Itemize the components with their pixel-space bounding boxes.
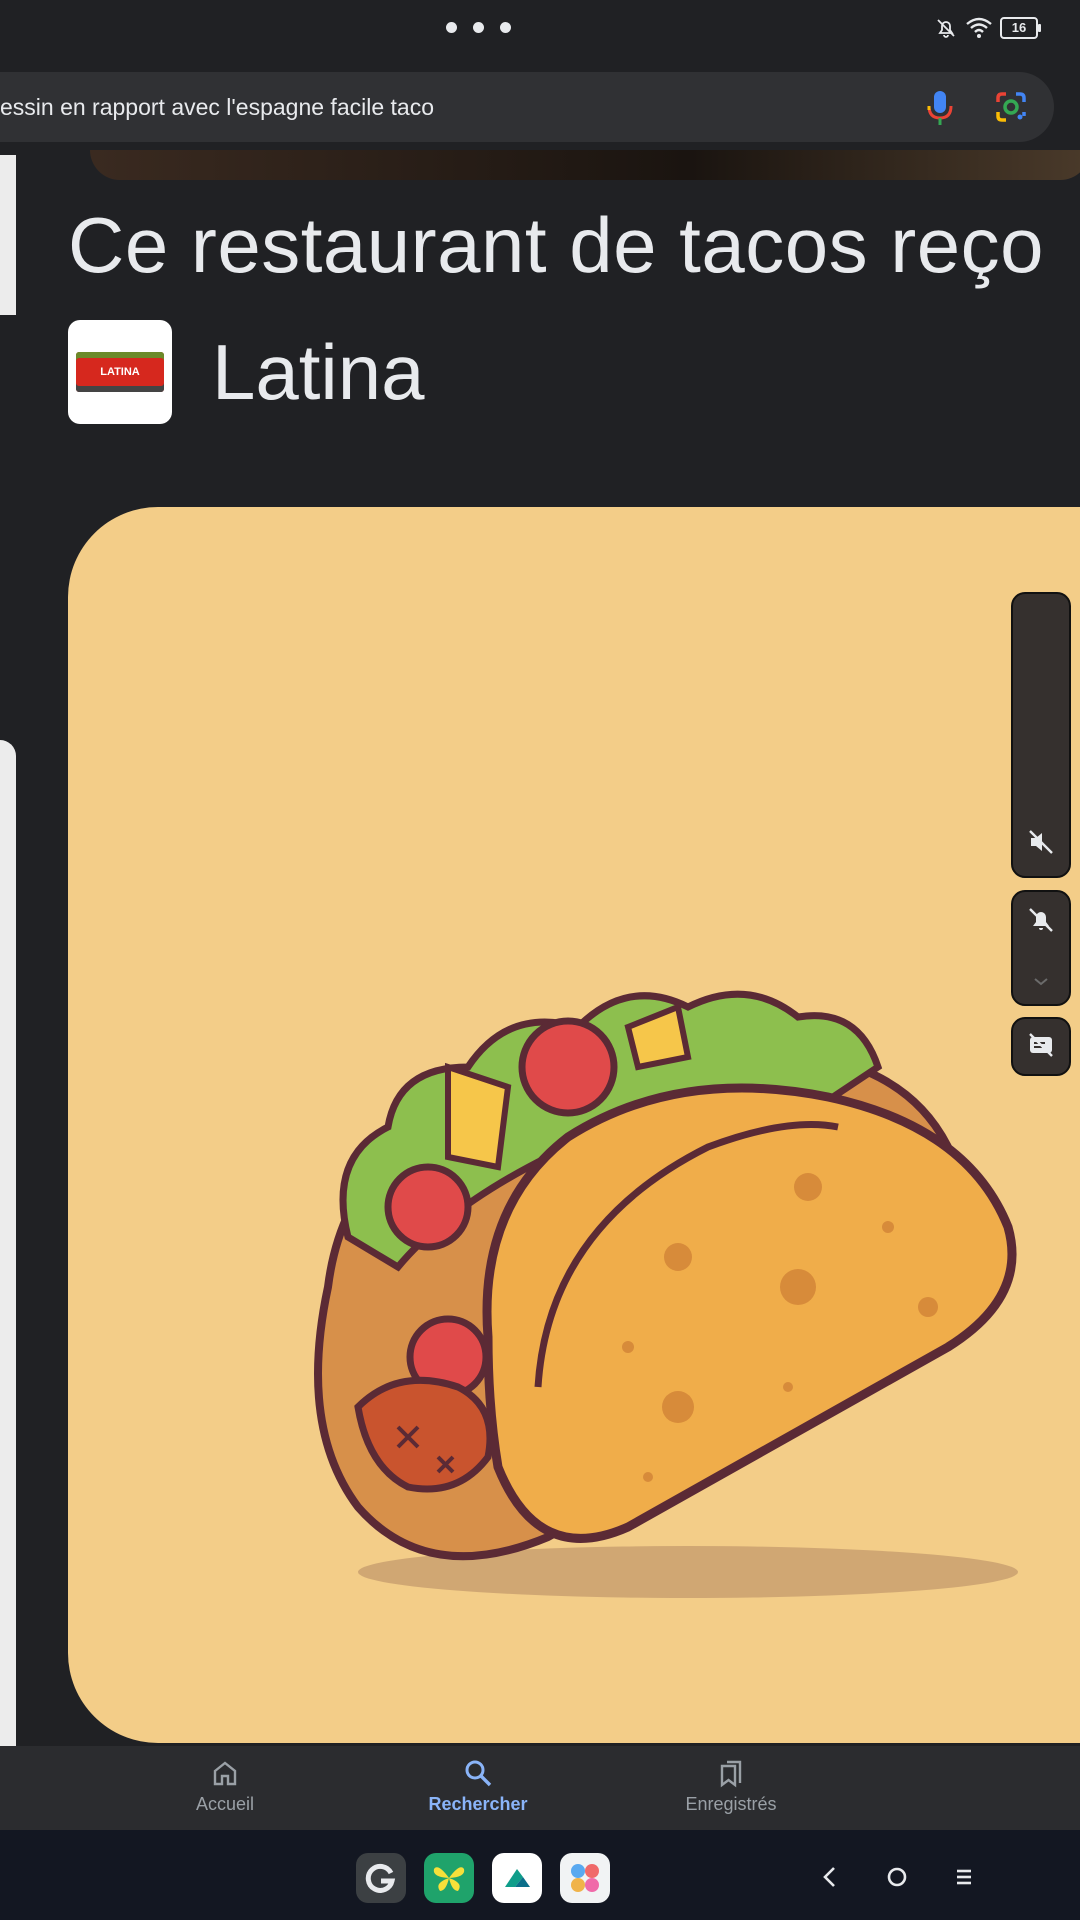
home-icon <box>213 1761 237 1786</box>
home-button-icon[interactable] <box>882 1862 912 1892</box>
apps-grid-icon[interactable] <box>560 1853 610 1903</box>
nav-label-search: Rechercher <box>428 1794 528 1814</box>
source-logo: LATINA <box>68 320 172 424</box>
wifi-icon <box>966 17 992 38</box>
butterfly-app-icon[interactable] <box>424 1853 474 1903</box>
nav-item-search[interactable]: Rechercher <box>378 1758 578 1815</box>
more-dots-icon[interactable] <box>446 22 511 33</box>
bottom-nav: Accueil Rechercher Enregistrés <box>0 1746 1080 1830</box>
recents-menu-icon[interactable] <box>949 1862 979 1892</box>
volume-mute-icon[interactable] <box>1027 828 1055 856</box>
source-row[interactable]: LATINA Latina <box>68 320 425 424</box>
nav-item-saved[interactable]: Enregistrés <box>631 1758 831 1815</box>
bell-off-icon[interactable] <box>1027 906 1055 934</box>
captions-panel[interactable] <box>1011 1017 1071 1076</box>
search-query[interactable]: essin en rapport avec l'espagne facile t… <box>0 94 434 121</box>
nav-label-saved: Enregistrés <box>685 1794 777 1814</box>
left-card-edge <box>0 740 16 1746</box>
files-app-icon[interactable] <box>492 1853 542 1903</box>
search-icon <box>465 1760 492 1787</box>
status-icons: 16 <box>934 16 1041 40</box>
left-card-edge <box>0 155 16 315</box>
battery-indicator: 16 <box>1000 17 1041 39</box>
source-logo-text: LATINA <box>76 352 164 392</box>
bell-off-icon <box>937 19 955 38</box>
status-bar: 16 <box>0 0 1080 62</box>
article-headline[interactable]: Ce restaurant de tacos reço <box>68 200 1044 291</box>
source-name: Latina <box>212 327 425 416</box>
taco-illustration <box>314 990 1018 1598</box>
volume-slider[interactable] <box>1011 592 1071 878</box>
google-lens-icon[interactable] <box>994 90 1028 124</box>
back-icon[interactable] <box>815 1862 845 1892</box>
chevron-down-icon[interactable] <box>1027 968 1055 996</box>
ringer-panel[interactable] <box>1011 890 1071 1006</box>
previous-image-edge <box>90 150 1080 180</box>
hero-image[interactable] <box>68 507 1080 1743</box>
search-bar[interactable]: essin en rapport avec l'espagne facile t… <box>0 72 1054 142</box>
mic-icon[interactable] <box>922 88 958 128</box>
nav-label-home: Accueil <box>195 1794 255 1814</box>
google-app-icon[interactable] <box>356 1853 406 1903</box>
captions-off-icon[interactable] <box>1027 1031 1055 1059</box>
bookmarks-icon <box>720 1760 742 1788</box>
nav-item-home[interactable]: Accueil <box>125 1758 325 1815</box>
